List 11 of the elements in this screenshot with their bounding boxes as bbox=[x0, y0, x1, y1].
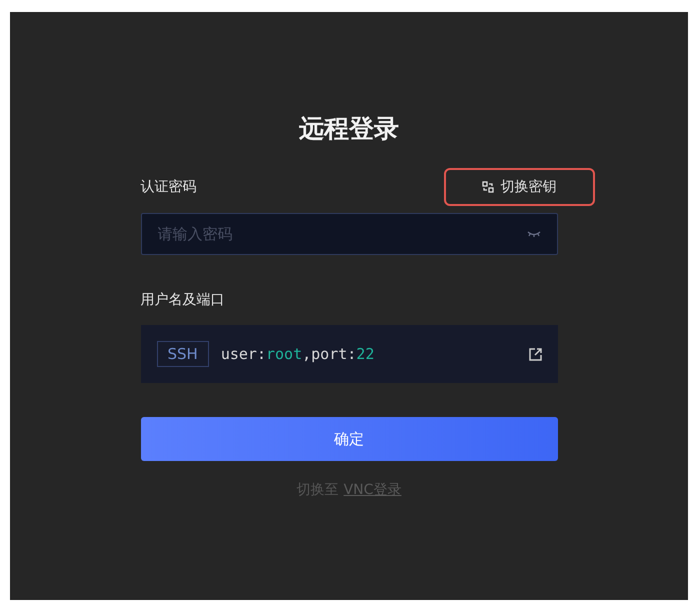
switch-key-link[interactable]: 切换密钥 bbox=[444, 168, 594, 206]
confirm-button[interactable]: 确定 bbox=[140, 417, 558, 461]
protocol-tag: SSH bbox=[156, 341, 209, 367]
page-title: 远程登录 bbox=[298, 113, 400, 145]
edit-icon[interactable] bbox=[528, 348, 542, 360]
swap-icon bbox=[482, 181, 494, 193]
field-label: 认证密码 bbox=[140, 178, 196, 196]
password-field[interactable]: 请输入密码 bbox=[140, 213, 558, 255]
hidden-eye-icon[interactable] bbox=[526, 230, 540, 238]
connection-text: user:root,port:22 bbox=[220, 345, 376, 363]
field-label: 用户名及端口 bbox=[140, 291, 226, 309]
